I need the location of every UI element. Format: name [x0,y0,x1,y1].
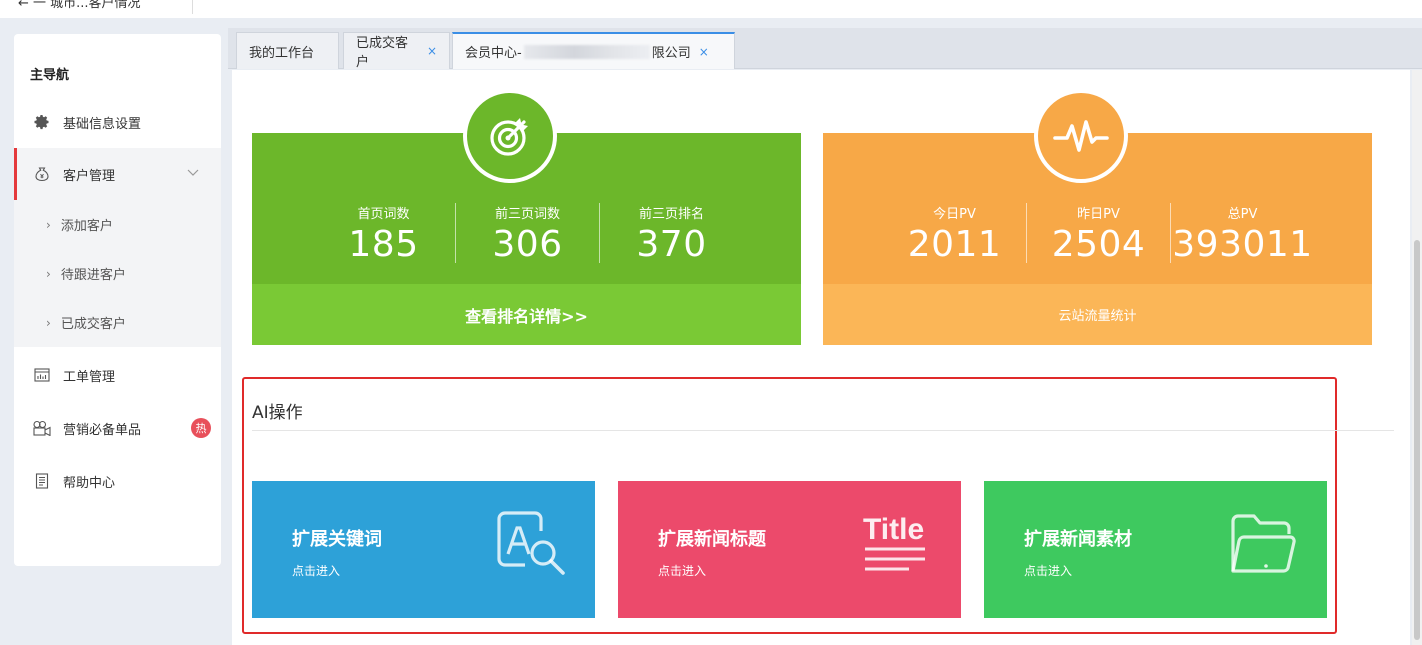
metric-yesterday-pv: 昨日PV 2504 [1027,203,1170,265]
expand-news-materials-card[interactable]: 扩展新闻素材 点击进入 [984,481,1327,618]
camera-icon [32,418,52,438]
tab-label: 我的工作台 [249,45,315,61]
sidebar-subitem-add-customer[interactable]: › 添加客户 [14,200,221,249]
metric-today-pv: 今日PV 2011 [883,203,1026,265]
link-label: 云站流量统计 [1058,309,1137,324]
gear-icon [32,112,52,132]
sidebar-item-label: 帮助中心 [63,475,116,491]
metric-label: 昨日PV [1077,207,1120,222]
sidebar-item-label: 营销必备单品 [63,422,142,438]
tab-label-suffix: 限公司 [651,46,691,61]
ai-card-subtitle: 点击进入 [292,564,341,578]
metric-value: 370 [636,224,707,265]
view-ranking-details-link[interactable]: 查看排名详情>> [252,284,801,345]
expand-news-titles-card[interactable]: 扩展新闻标题 点击进入 Title [618,481,961,618]
tab-workbench[interactable]: 我的工作台 [236,32,339,69]
metric-label: 今日PV [933,207,976,222]
metric-top-three-pages: 前三页词数 306 [456,203,599,265]
chevron-right-icon: › [46,217,51,232]
sidebar-item-customer-management[interactable]: 客户管理 [14,148,221,200]
tab-label: 已成交客户 [356,36,409,70]
top-bar: ← 一 城市...客户情况 [0,0,1422,18]
scrollbar-thumb[interactable] [1414,240,1420,640]
sidebar-subitem-label: 已成交客户 [60,317,126,332]
money-bag-icon [32,164,52,184]
metric-value: 393011 [1172,224,1313,265]
metric-first-page: 首页词数 185 [312,203,455,265]
chevron-right-icon: › [46,266,51,281]
link-label: 查看排名详情>> [465,306,588,326]
chevron-right-icon: › [46,315,51,330]
metric-value: 306 [492,224,563,265]
metric-total-pv: 总PV 393011 [1171,203,1314,265]
tab-closed-customers[interactable]: 已成交客户 × [343,32,450,70]
ai-card-title: 扩展新闻标题 [658,529,766,550]
sidebar-subitem-closed-customer[interactable]: › 已成交客户 [14,298,221,347]
pv-traffic-card: 今日PV 2011 昨日PV 2504 总PV 393011 云站流量统计 [823,89,1372,345]
site-traffic-stats-link[interactable]: 云站流量统计 [823,284,1372,345]
sidebar-item-work-orders[interactable]: 工单管理 [14,349,221,401]
sidebar-item-label: 基础信息设置 [63,116,142,132]
top-crumb: ← 一 城市...客户情况 [18,0,141,11]
metric-top-three-rank: 前三页排名 370 [600,203,743,265]
ai-section-divider [252,430,1394,431]
customer-submenu: › 添加客户 › 待跟进客户 › 已成交客户 [14,200,221,347]
redacted-block [523,44,650,59]
report-icon [32,365,52,385]
crumb-divider [192,0,193,14]
metric-value: 185 [348,224,419,265]
chevron-down-icon[interactable] [187,166,199,181]
metric-label: 总PV [1227,207,1258,222]
ai-card-title: 扩展关键词 [292,529,382,550]
metric-label: 首页词数 [357,207,410,222]
tab-label-prefix: 会员中心- [465,46,522,61]
close-icon[interactable]: × [427,44,437,58]
pulse-icon [1034,89,1128,183]
sidebar-item-help-center[interactable]: 帮助中心 [14,455,221,507]
metric-value: 2504 [1051,224,1146,265]
tab-bar: 我的工作台 已成交客户 × 会员中心- 限公司 × [228,28,1422,70]
keyword-search-icon [493,509,571,579]
sidebar-item-marketing[interactable]: 营销必备单品 热 [14,402,221,454]
sidebar-subitem-label: 添加客户 [60,219,113,234]
document-icon [32,471,52,491]
ai-card-subtitle: 点击进入 [1024,564,1073,578]
sidebar-item-label: 工单管理 [63,369,116,385]
sidebar-subitem-label: 待跟进客户 [60,268,126,283]
metric-label: 前三页排名 [638,207,704,222]
metric-value: 2011 [907,224,1002,265]
sidebar-title: 主导航 [30,68,70,83]
ai-card-title: 扩展新闻素材 [1024,529,1132,550]
ai-card-subtitle: 点击进入 [658,564,707,578]
metric-label: 前三页词数 [494,207,560,222]
scrollbar[interactable] [1412,70,1422,645]
sidebar: 主导航 基础信息设置 客户管理 › 添加客户 › 待跟进客户 › 已成交客户 工… [14,34,221,566]
seo-ranking-card: 首页词数 185 前三页词数 306 前三页排名 370 查看排名详情>> [252,89,801,345]
title-icon-text: Title [863,513,924,546]
sidebar-item-label: 客户管理 [63,168,116,184]
target-icon [463,89,557,183]
tab-member-center[interactable]: 会员中心- 限公司 × [452,32,735,69]
expand-keywords-card[interactable]: 扩展关键词 点击进入 [252,481,595,618]
close-icon[interactable]: × [699,45,709,59]
folder-icon [1225,509,1303,579]
hot-badge: 热 [191,418,211,438]
ai-section-title: AI操作 [252,403,303,423]
title-icon: Title [859,509,937,579]
sidebar-subitem-pending-customer[interactable]: › 待跟进客户 [14,249,221,298]
sidebar-item-basic-settings[interactable]: 基础信息设置 [14,96,221,148]
